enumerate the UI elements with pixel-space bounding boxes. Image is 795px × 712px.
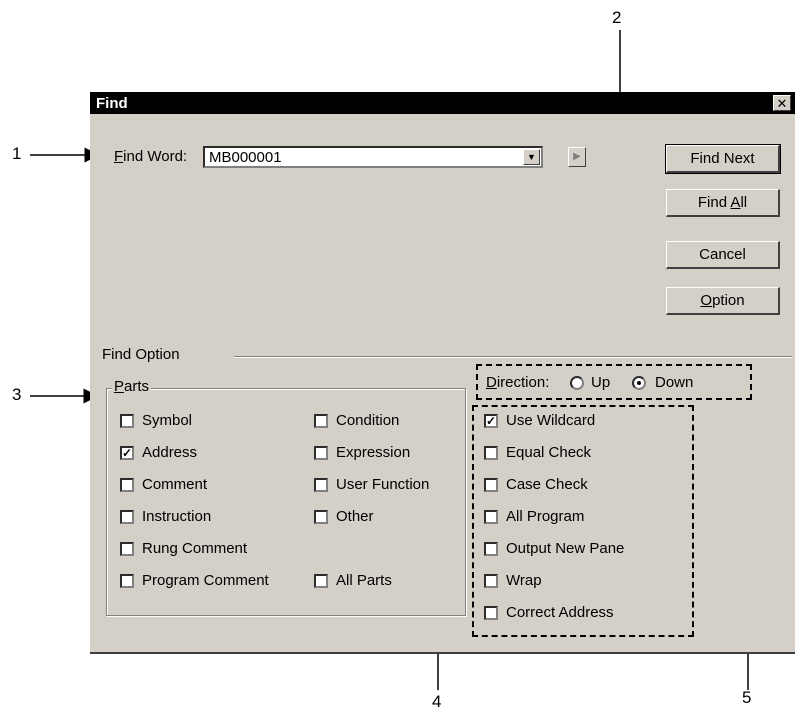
part-instruction-label: Instruction xyxy=(142,508,212,525)
option-all-program-checkbox[interactable] xyxy=(484,510,498,524)
find-next-button[interactable]: Find Next xyxy=(665,144,781,174)
part-symbol-label: Symbol xyxy=(142,412,193,429)
direction-down-label: Down xyxy=(655,374,694,391)
find-all-button[interactable]: Find All xyxy=(666,189,780,217)
part-comment-label: Comment xyxy=(142,476,208,493)
part-other-label: Other xyxy=(336,508,374,525)
part-instruction-checkbox[interactable] xyxy=(120,510,134,524)
checkmark-icon: ✓ xyxy=(122,446,133,460)
find-dialog: Find ✕ Find Word: MB000001 ▼ ▶ Find Next… xyxy=(90,92,795,654)
part-expression-label: Expression xyxy=(336,444,411,461)
part-all-parts-label: All Parts xyxy=(336,572,392,589)
find-option-label: Find Option xyxy=(102,346,180,363)
part-condition-checkbox[interactable] xyxy=(314,414,328,428)
find-word-combo[interactable]: MB000001 ▼ xyxy=(203,146,543,168)
checkmark-icon: ✓ xyxy=(486,414,497,428)
annotation-2: 2 xyxy=(612,8,622,27)
part-rung-comment-checkbox[interactable] xyxy=(120,542,134,556)
part-address-label: Address xyxy=(142,444,198,461)
part-user-function-label: User Function xyxy=(336,476,430,493)
title-bar: Find ✕ xyxy=(90,92,795,114)
option-use-wildcard-label: Use Wildcard xyxy=(506,412,596,429)
part-address-checkbox[interactable]: ✓ xyxy=(120,446,134,460)
option-correct-address-checkbox[interactable] xyxy=(484,606,498,620)
part-comment-checkbox[interactable] xyxy=(120,478,134,492)
part-expression-checkbox[interactable] xyxy=(314,446,328,460)
option-wrap-label: Wrap xyxy=(506,572,542,589)
annotation-3: 3 xyxy=(12,385,22,404)
annotation-1: 1 xyxy=(12,144,22,163)
option-case-check-checkbox[interactable] xyxy=(484,478,498,492)
cancel-button[interactable]: Cancel xyxy=(666,241,780,269)
option-case-check-label: Case Check xyxy=(506,476,588,493)
option-correct-address-label: Correct Address xyxy=(506,604,614,621)
part-user-function-checkbox[interactable] xyxy=(314,478,328,492)
part-rung-comment-label: Rung Comment xyxy=(142,540,248,557)
option-use-wildcard-checkbox[interactable]: ✓ xyxy=(484,414,498,428)
annotation-5: 5 xyxy=(742,688,752,707)
find-word-label: Find Word: xyxy=(114,148,188,165)
part-all-parts-checkbox[interactable] xyxy=(314,574,328,588)
find-option-separator xyxy=(234,356,792,358)
radio-selected-dot xyxy=(637,381,641,385)
part-other-checkbox[interactable] xyxy=(314,510,328,524)
part-program-comment-label: Program Comment xyxy=(142,572,269,589)
annotation-4: 4 xyxy=(432,692,442,711)
part-condition-label: Condition xyxy=(336,412,400,429)
direction-up-label: Up xyxy=(591,374,611,391)
option-output-new-pane-label: Output New Pane xyxy=(506,540,625,557)
close-button[interactable]: ✕ xyxy=(773,95,791,111)
parts-group-title: Parts xyxy=(112,378,152,395)
option-output-new-pane-checkbox[interactable] xyxy=(484,542,498,556)
direction-label: Direction: xyxy=(486,374,550,391)
option-equal-check-label: Equal Check xyxy=(506,444,592,461)
dropdown-arrow-icon[interactable]: ▼ xyxy=(523,149,540,165)
option-button[interactable]: Option xyxy=(666,287,780,315)
part-program-comment-checkbox[interactable] xyxy=(120,574,134,588)
special-char-button[interactable]: ▶ xyxy=(568,147,586,167)
find-word-value: MB000001 xyxy=(209,149,282,166)
part-symbol-checkbox[interactable] xyxy=(120,414,134,428)
option-wrap-checkbox[interactable] xyxy=(484,574,498,588)
direction-down-radio[interactable] xyxy=(632,376,646,390)
direction-up-radio[interactable] xyxy=(570,376,584,390)
option-equal-check-checkbox[interactable] xyxy=(484,446,498,460)
dialog-title: Find xyxy=(96,95,128,112)
option-all-program-label: All Program xyxy=(506,508,585,525)
